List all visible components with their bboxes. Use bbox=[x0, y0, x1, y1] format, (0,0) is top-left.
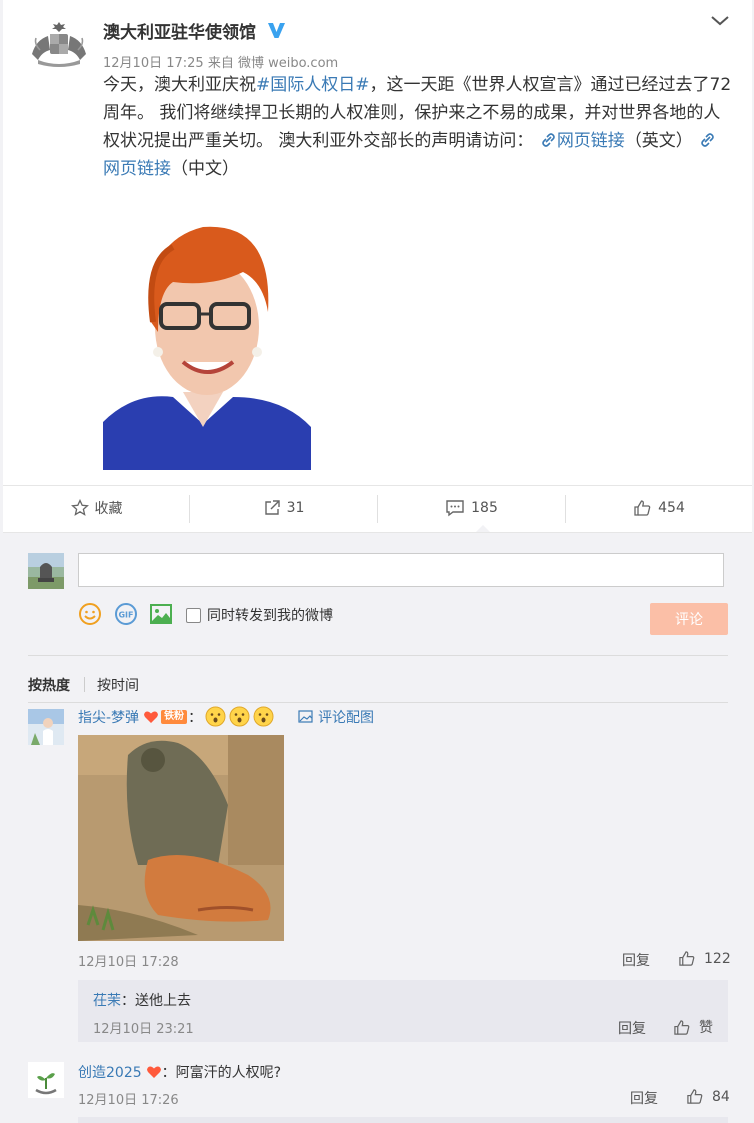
like-count: 454 bbox=[658, 500, 685, 516]
checkbox-box[interactable] bbox=[186, 607, 201, 623]
image-icon[interactable] bbox=[149, 602, 173, 626]
link-icon bbox=[542, 133, 555, 147]
thumbs-up-icon bbox=[687, 1089, 703, 1104]
sub-comment-time: 12月10日 23:21 bbox=[93, 1022, 194, 1037]
comment-like-count: 122 bbox=[704, 950, 731, 967]
comment-image-link-label[interactable]: 评论配图 bbox=[318, 707, 374, 727]
fan-badge: 铁粉 bbox=[161, 709, 188, 724]
repost-button[interactable]: 31 bbox=[190, 485, 377, 531]
surprised-emoji-icon bbox=[205, 706, 226, 727]
comment-like-button[interactable]: 122 bbox=[678, 950, 731, 967]
post-text-before: 今天，澳大利亚庆祝 bbox=[103, 75, 256, 95]
post-author-name[interactable]: 澳大利亚驻华使领馆 bbox=[103, 18, 256, 43]
sort-divider bbox=[28, 702, 728, 703]
comment-count: 185 bbox=[471, 500, 498, 516]
heart-fan-icon bbox=[146, 1066, 161, 1078]
submit-comment-button[interactable]: 评论 bbox=[650, 603, 728, 635]
picture-icon bbox=[298, 710, 313, 723]
comment-time: 12月10日 17:28 bbox=[78, 955, 179, 970]
thumbs-up-icon bbox=[679, 951, 695, 966]
post-photo[interactable] bbox=[103, 192, 311, 470]
star-icon bbox=[70, 499, 89, 516]
sub-comment-text: ：送他上去 bbox=[121, 993, 191, 1009]
favorite-button[interactable]: 收藏 bbox=[3, 485, 190, 531]
sub-like-button[interactable]: 赞 bbox=[673, 1017, 713, 1037]
gif-icon[interactable]: GIF bbox=[114, 602, 138, 626]
comment-like-button[interactable]: 84 bbox=[686, 1088, 730, 1105]
commenter-avatar[interactable] bbox=[28, 709, 64, 745]
repost-checkbox-label: 同时转发到我的微博 bbox=[207, 608, 333, 624]
reply-button[interactable]: 回复 bbox=[630, 1088, 658, 1108]
commenter-name[interactable]: 创造2025 bbox=[78, 1062, 142, 1082]
sort-by-time[interactable]: 按时间 bbox=[97, 675, 139, 695]
sub-comment-box-partial bbox=[78, 1117, 728, 1123]
comment-button[interactable]: 185 bbox=[378, 485, 565, 531]
web-link-zh-label[interactable]: 网页链接 bbox=[103, 159, 171, 179]
surprised-emoji-icon bbox=[253, 706, 274, 727]
post-body: 今天，澳大利亚庆祝#国际人权日#，这一天距《世界人权宣言》通过已经过去了72周年… bbox=[103, 71, 733, 183]
like-button[interactable]: 454 bbox=[566, 485, 752, 531]
sub-comment-box: 茌茉：送他上去 12月10日 23:21 回复 赞 bbox=[78, 980, 728, 1042]
verified-v-icon bbox=[268, 23, 285, 38]
comment-like-count: 84 bbox=[712, 1088, 730, 1105]
comment-colon: ： bbox=[188, 709, 203, 726]
sub-reply-button[interactable]: 回复 bbox=[618, 1018, 646, 1038]
chevron-down-icon[interactable] bbox=[709, 12, 731, 30]
sub-commenter-name[interactable]: 茌茉 bbox=[93, 993, 121, 1009]
comment-icon bbox=[446, 500, 464, 517]
comment-notch bbox=[476, 525, 490, 532]
comment-time: 12月10日 17:26 bbox=[78, 1093, 179, 1108]
current-user-avatar[interactable] bbox=[28, 553, 64, 589]
sub-like-label: 赞 bbox=[699, 1020, 713, 1036]
favorite-label: 收藏 bbox=[94, 501, 123, 517]
web-link-en[interactable]: 网页链接 bbox=[539, 131, 625, 151]
repost-checkbox[interactable]: 同时转发到我的微博 bbox=[186, 605, 333, 625]
svg-text:GIF: GIF bbox=[118, 611, 133, 620]
sort-by-heat[interactable]: 按热度 bbox=[28, 675, 70, 695]
commenter-avatar[interactable] bbox=[28, 1062, 64, 1098]
web-link-en-label[interactable]: 网页链接 bbox=[557, 131, 625, 151]
sub-comment-line: 茌茉：送他上去 bbox=[93, 990, 191, 1010]
comment-input[interactable] bbox=[78, 553, 724, 587]
reply-button[interactable]: 回复 bbox=[622, 950, 650, 970]
surprised-emoji-icon bbox=[229, 706, 250, 727]
repost-count: 31 bbox=[286, 500, 305, 516]
link-zh-suffix: （中文） bbox=[171, 159, 239, 179]
link-icon bbox=[701, 133, 715, 147]
comment-header: 指尖-梦弹 铁粉： 评论配图 bbox=[78, 706, 374, 727]
comment-photo[interactable] bbox=[78, 735, 284, 941]
heart-icon bbox=[144, 711, 158, 723]
section-divider bbox=[28, 655, 728, 656]
link-en-suffix: （英文） bbox=[624, 131, 693, 151]
thumbs-up-icon bbox=[674, 1019, 690, 1035]
thumbs-up-icon bbox=[634, 500, 651, 516]
comment-header: 创造2025 ：阿富汗的人权呢? bbox=[78, 1062, 281, 1082]
emoji-icon[interactable] bbox=[78, 602, 102, 626]
coat-of-arms-avatar[interactable] bbox=[28, 20, 90, 70]
comment-text: ：阿富汗的人权呢? bbox=[161, 1065, 282, 1081]
post-meta: 12月10日 17:25 来自 微博 weibo.com bbox=[103, 56, 339, 71]
commenter-name[interactable]: 指尖-梦弹 bbox=[78, 707, 139, 727]
sort-separator bbox=[84, 677, 85, 692]
hashtag-link[interactable]: #国际人权日# bbox=[256, 75, 370, 95]
share-icon bbox=[264, 500, 280, 515]
comment-image-link[interactable]: 评论配图 bbox=[298, 707, 374, 727]
